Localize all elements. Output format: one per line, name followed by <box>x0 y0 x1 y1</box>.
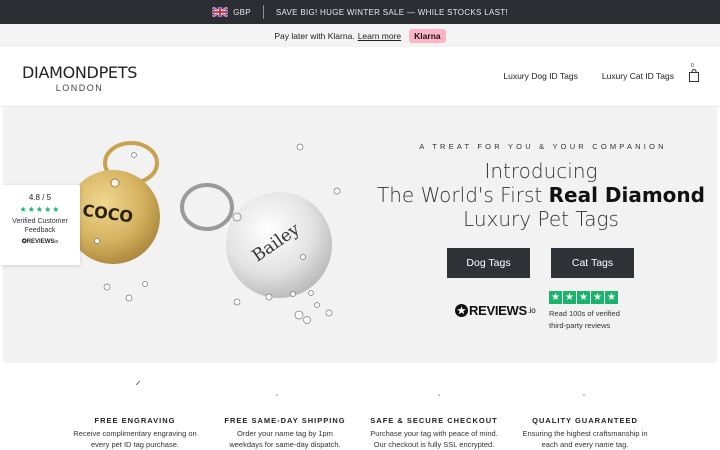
reviews-star-icon <box>455 304 468 317</box>
hero-tagline: A TREAT FOR YOU & YOUR COMPANION <box>419 142 667 151</box>
rating-logo-suffix: io <box>54 239 59 245</box>
star-icon: ★ <box>563 291 576 304</box>
main-nav: Luxury Dog ID Tags Luxury Cat ID Tags <box>503 71 674 81</box>
feature-desc-line-1: Order your name tag by 1pm <box>237 429 333 438</box>
feature-description: Ensuring the highest craftsmanship in ea… <box>500 428 670 450</box>
klarna-text: Pay later with Klarna. <box>274 30 355 41</box>
feature-desc-line-2: every pet ID tag purchase. <box>91 440 179 449</box>
reviews-logo-text: REVIEWS <box>469 303 527 318</box>
feature-quality-guaranteed: QUALITY GUARANTEED Ensuring the highest … <box>500 416 670 450</box>
reviews-link[interactable]: Read 100s of verified third-party review… <box>549 308 639 332</box>
klarna-bar: Pay later with Klarna. Learn more Klarna <box>0 24 720 47</box>
currency-label: GBP <box>233 7 251 17</box>
rating-logo-text: REVIEWS <box>26 239 55 245</box>
reviews-io-logo[interactable]: REVIEWS .io <box>455 303 536 318</box>
reviews-text-1: Read 100s of verified <box>549 309 620 318</box>
headline-line-2: The World's First Real Diamond <box>365 183 717 207</box>
star-icon: ★ <box>605 291 618 304</box>
star-icon: ★ <box>591 291 604 304</box>
feature-desc-line-2: weekdays for same-day dispatch. <box>229 440 341 449</box>
nav-item-dog-tags[interactable]: Luxury Dog ID Tags <box>503 71 578 81</box>
cart-button[interactable]: 0 <box>688 63 700 82</box>
shipping-icon <box>276 394 278 396</box>
rating-score: 4.8 / 5 <box>28 193 52 202</box>
dog-tags-button[interactable]: Dog Tags <box>447 248 530 278</box>
feature-free-shipping: FREE SAME-DAY SHIPPING Order your name t… <box>200 416 370 450</box>
review-stars: ★ ★ ★ ★ ★ <box>549 291 618 304</box>
feature-desc-line-2: Our checkout is fully SSL encrypted. <box>373 440 495 449</box>
klarna-badge: Klarna <box>409 28 446 43</box>
feature-title: SAFE & SECURE CHECKOUT <box>370 416 498 425</box>
rating-label-line-2: Feedback <box>24 227 56 234</box>
rating-widget-logo: ✪REVIEWSio <box>0 238 80 245</box>
reviews-text-2: third-party reviews <box>549 321 611 330</box>
feature-free-engraving: FREE ENGRAVING Receive complimentary eng… <box>50 416 220 450</box>
feature-desc-line-1: Purchase your tag with peace of mind. <box>370 429 498 438</box>
feature-desc-line-2: each and every name tag. <box>541 440 629 449</box>
feature-description: Purchase your tag with peace of mind. Ou… <box>349 428 519 450</box>
hero-banner: COCO Bailey A TREAT FOR YOU & YOUR COMPA… <box>3 107 717 363</box>
headline-line-2-bold: Real Diamond <box>548 183 705 207</box>
feature-secure-checkout: SAFE & SECURE CHECKOUT Purchase your tag… <box>349 416 519 450</box>
feature-desc-line-1: Receive complimentary engraving on <box>73 429 197 438</box>
cat-tags-button[interactable]: Cat Tags <box>551 248 634 278</box>
rating-stars: ★★★★★ <box>19 205 61 214</box>
engraving-icon <box>136 381 140 385</box>
shopping-bag-icon <box>689 69 699 82</box>
announcement-bar: GBP SAVE BIG! HUGE WINTER SALE — WHILE S… <box>0 0 720 24</box>
secure-icon <box>438 394 440 396</box>
feature-description: Receive complimentary engraving on every… <box>50 428 220 450</box>
headline-line-3: Luxury Pet Tags <box>463 207 619 231</box>
feature-description: Order your name tag by 1pm weekdays for … <box>200 428 370 450</box>
feature-title: FREE ENGRAVING <box>94 416 176 425</box>
feature-title: QUALITY GUARANTEED <box>532 416 638 425</box>
star-icon: ★ <box>549 291 562 304</box>
site-logo[interactable]: DIAMONDPETS LONDON <box>22 63 137 93</box>
feature-desc-line-1: Ensuring the highest craftsmanship in <box>522 429 648 438</box>
klarna-learn-more-link[interactable]: Learn more <box>358 31 401 41</box>
hero-headline: Introducing The World's First Real Diamo… <box>365 159 717 231</box>
currency-selector[interactable]: GBP <box>212 7 251 17</box>
features-section: FREE ENGRAVING Receive complimentary eng… <box>0 363 720 450</box>
headline-line-2-text: The World's First <box>377 183 549 207</box>
headline-line-1: Introducing <box>484 159 598 183</box>
logo-wordmark: DIAMONDPETS <box>22 63 138 82</box>
rating-label: Verified Customer Feedback <box>0 217 80 235</box>
cart-count: 0 <box>691 63 694 69</box>
reviews-rating-widget[interactable]: 4.8 / 5 ★★★★★ Verified Customer Feedback… <box>0 185 80 265</box>
site-header: DIAMONDPETS LONDON Luxury Dog ID Tags Lu… <box>0 47 720 107</box>
feature-title: FREE SAME-DAY SHIPPING <box>224 416 346 425</box>
uk-flag-icon <box>212 7 229 17</box>
nav-item-cat-tags[interactable]: Luxury Cat ID Tags <box>602 71 674 81</box>
reviews-logo-suffix: .io <box>527 306 536 315</box>
rating-label-line-1: Verified Customer <box>12 218 68 225</box>
quality-icon <box>583 394 585 396</box>
sale-announcement: SAVE BIG! HUGE WINTER SALE — WHILE STOCK… <box>275 7 508 17</box>
star-icon: ★ <box>577 291 590 304</box>
logo-subtitle: LONDON <box>55 83 104 93</box>
topbar-divider <box>262 5 264 19</box>
